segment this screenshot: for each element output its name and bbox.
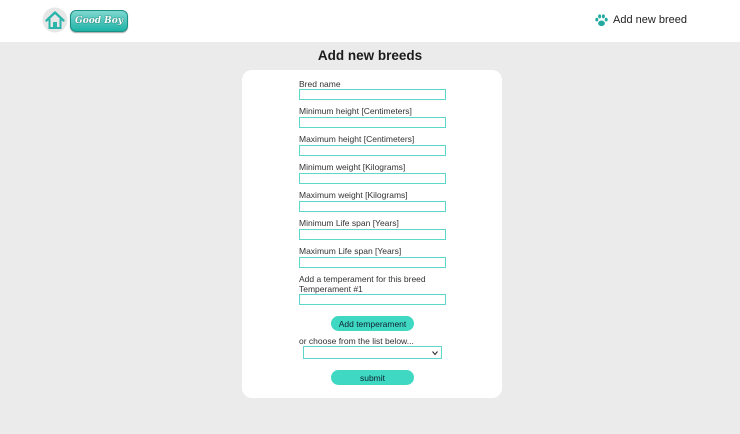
temperament-select[interactable]: [303, 346, 442, 359]
max-weight-label: Maximum weight [Kilograms]: [299, 190, 408, 200]
nav-add-new-breed[interactable]: Add new breed: [594, 11, 687, 29]
paw-icon: [595, 13, 608, 26]
min-life-span-label: Minimum Life span [Years]: [299, 218, 399, 228]
min-weight-input[interactable]: [299, 173, 446, 184]
page-title: Add new breeds: [317, 48, 423, 63]
header-bar: Good Boy Add new breed: [0, 0, 740, 42]
max-weight-input[interactable]: [299, 201, 446, 212]
max-life-span-label: Maximum Life span [Years]: [299, 246, 402, 256]
min-height-input[interactable]: [299, 117, 446, 128]
min-weight-label: Minimum weight [Kilograms]: [299, 162, 406, 172]
choose-list-label: or choose from the list below...: [299, 336, 414, 346]
max-height-label: Maximum height [Centimeters]: [299, 134, 415, 144]
min-life-span-input[interactable]: [299, 229, 446, 240]
logo[interactable]: Good Boy: [70, 10, 128, 32]
logo-text: Good Boy: [75, 16, 123, 26]
breed-name-label: Bred name: [299, 79, 341, 89]
breed-name-input[interactable]: [299, 89, 446, 100]
temperament-heading: Add a temperament for this breed: [299, 274, 426, 284]
max-height-input[interactable]: [299, 145, 446, 156]
temperament-1-input[interactable]: [299, 294, 446, 305]
min-height-label: Minimum height [Centimeters]: [299, 106, 412, 116]
temperament-1-label: Temperament #1: [299, 284, 363, 294]
add-temperament-button[interactable]: Add temperament: [331, 316, 414, 331]
nav-add-new-breed-label: Add new breed: [613, 14, 687, 26]
submit-button[interactable]: submit: [331, 370, 414, 385]
max-life-span-input[interactable]: [299, 257, 446, 268]
chevron-down-icon: [432, 351, 438, 356]
home-icon[interactable]: [42, 7, 68, 33]
